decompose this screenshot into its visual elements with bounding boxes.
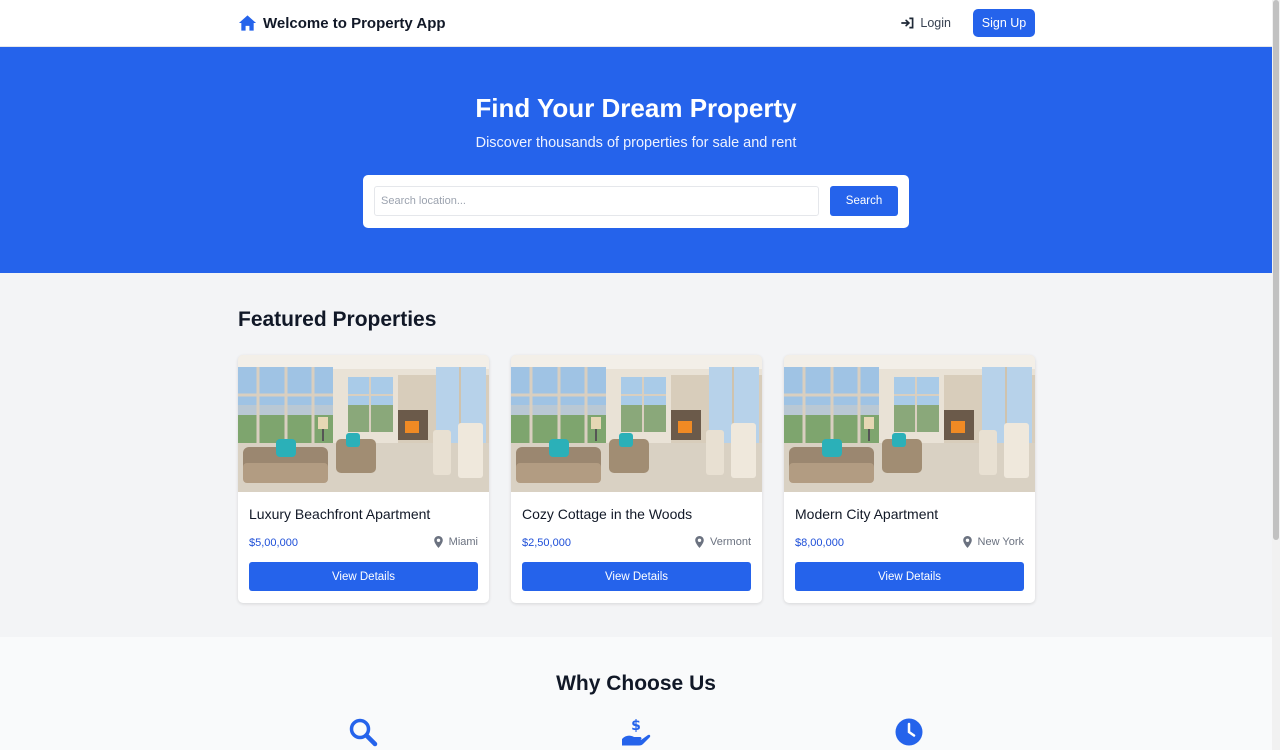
featured-section: Featured Properties Luxury Beachfront Ap… (0, 273, 1272, 637)
property-title: Cozy Cottage in the Woods (522, 506, 693, 522)
home-icon (238, 15, 257, 31)
navbar-container: Welcome to Property App Login Sign Up (238, 0, 1035, 46)
login-link[interactable]: Login (901, 16, 951, 30)
location-label: Miami (448, 536, 478, 548)
search-icon (349, 718, 378, 747)
view-details-button[interactable]: View Details (795, 562, 1024, 591)
location-label: Vermont (710, 536, 751, 548)
hero-title: Find Your Dream Property (475, 93, 797, 123)
sign-in-icon (901, 17, 914, 29)
nav-actions: Login Sign Up (901, 9, 1035, 37)
search-input[interactable] (374, 186, 819, 216)
property-image (511, 355, 762, 492)
property-image (784, 355, 1035, 492)
map-pin-icon (695, 536, 704, 548)
view-details-button[interactable]: View Details (522, 562, 751, 591)
featured-title: Featured Properties (238, 308, 437, 331)
property-price: $5,00,000 (249, 537, 298, 549)
svg-text:$: $ (631, 718, 641, 734)
view-details-button[interactable]: View Details (249, 562, 478, 591)
location-label: New York (977, 536, 1024, 548)
login-label: Login (920, 16, 951, 30)
search-button[interactable]: Search (830, 186, 898, 216)
property-location: New York (962, 536, 1024, 548)
hero-section: Find Your Dream Property Discover thousa… (0, 47, 1272, 273)
why-title: Why Choose Us (556, 672, 716, 695)
map-pin-icon (962, 536, 972, 548)
sign-up-button[interactable]: Sign Up (973, 9, 1035, 37)
page-scrollbar[interactable] (1272, 0, 1280, 750)
hero-subtitle: Discover thousands of properties for sal… (475, 135, 797, 151)
property-price: $8,00,000 (795, 537, 844, 549)
property-card: Cozy Cottage in the Woods $2,50,000 Verm… (511, 355, 762, 603)
property-title: Luxury Beachfront Apartment (249, 506, 431, 522)
property-image (238, 355, 489, 492)
why-choose-us-section: Why Choose Us $ (0, 637, 1272, 750)
property-price: $2,50,000 (522, 537, 571, 549)
brand-title: Welcome to Property App (263, 14, 446, 32)
property-card: Luxury Beachfront Apartment $5,00,000 Mi… (238, 355, 489, 603)
property-card: Modern City Apartment $8,00,000 New York… (784, 355, 1035, 603)
clock-icon (895, 718, 923, 746)
property-title: Modern City Apartment (795, 506, 939, 522)
property-location: Vermont (695, 536, 751, 548)
brand[interactable]: Welcome to Property App (238, 14, 446, 32)
hand-dollar-icon: $ (622, 718, 651, 746)
top-navbar: Welcome to Property App Login Sign Up (0, 0, 1272, 47)
search-bar: Search (363, 175, 909, 228)
property-location: Miami (433, 536, 478, 548)
map-pin-icon (433, 536, 443, 548)
scrollbar-thumb[interactable] (1273, 0, 1279, 540)
